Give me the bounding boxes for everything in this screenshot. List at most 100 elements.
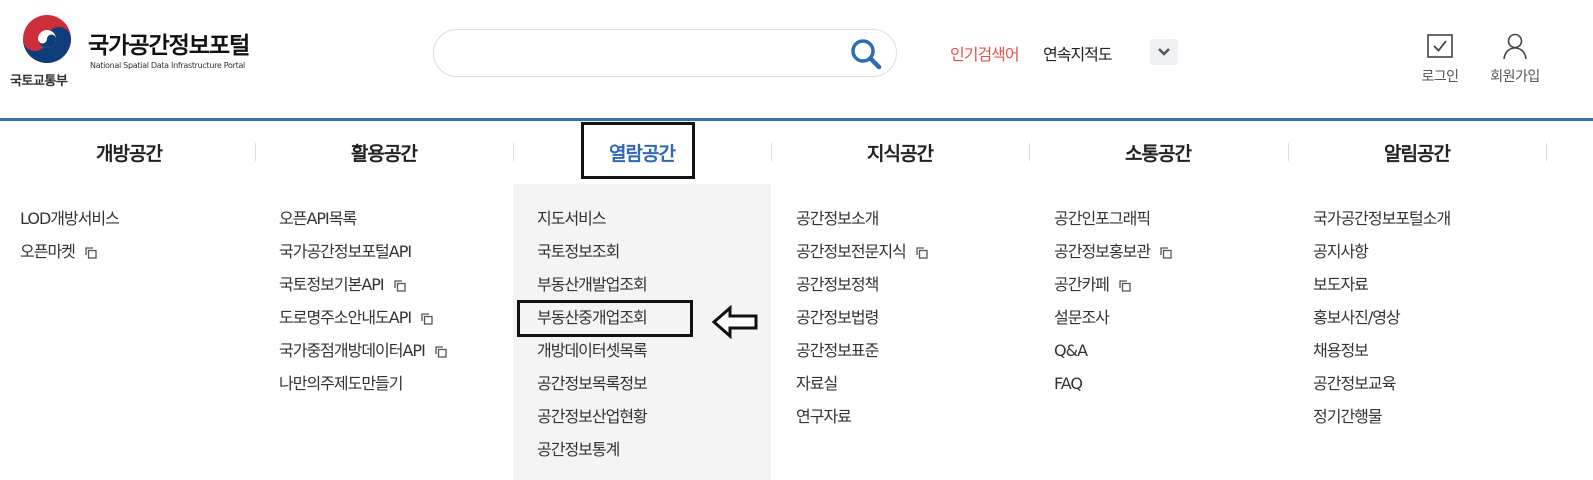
submenu-item[interactable]: 자료실 [796,371,1054,404]
submenu-open-space: LOD개방서비스오픈마켓 [20,184,278,480]
gnb-label: 활용공간 [351,143,418,165]
submenu-item-label: 홍보사진/영상 [1313,308,1401,327]
submenu-item[interactable]: Q&A [1054,338,1312,371]
submenu-item-label: 공간카페 [1054,275,1110,294]
external-link-icon[interactable] [85,246,97,259]
submenu-item[interactable]: 연구자료 [796,404,1054,437]
submenu-item[interactable]: 공간정보통계 [537,437,771,470]
submenu-item[interactable]: 도로명주소안내도API [279,305,537,338]
submenu-item-label: 채용정보 [1313,341,1369,360]
gnb-label: 지식공간 [867,143,934,165]
submenu-item-label: FAQ [1054,374,1083,393]
join-label: 회원가입 [1490,69,1540,85]
popular-search-term[interactable]: 연속지적도 [1043,41,1113,65]
gnb-notice-space[interactable]: 알림공간 [1288,121,1546,184]
submenu-item-label: 연구자료 [796,407,852,426]
submenu-item[interactable]: 보도자료 [1313,272,1571,305]
submenu-item-label: 국가공간정보포털소개 [1313,209,1451,228]
submenu-item-label: 설문조사 [1054,308,1110,327]
gnb-communication-space[interactable]: 소통공간 [1029,121,1287,184]
gnb-label: 알림공간 [1384,143,1451,165]
submenu-knowledge-space: 공간정보소개공간정보전문지식공간정보정책공간정보법령공간정보표준자료실연구자료 [796,184,1054,480]
submenu-item-label: 보도자료 [1313,275,1369,294]
submenu-item[interactable]: 공간정보정책 [796,272,1054,305]
submenu-item-label: 공간정보소개 [796,209,879,228]
login-label: 로그인 [1421,69,1459,85]
site-title[interactable]: 국가공간정보포털 [88,26,250,60]
submenu-item-label: 공간정보전문지식 [796,242,907,261]
submenu-communication-space: 공간인포그래픽공간정보홍보관공간카페설문조사 Q&A FAQ [1054,184,1312,480]
submenu-item[interactable]: 국가공간정보포털API [279,239,537,272]
submenu-item[interactable]: 공간정보법령 [796,305,1054,338]
gnb-divider [1546,143,1547,161]
submenu-item[interactable]: 국가중점개방데이터API [279,338,537,371]
submenu-item[interactable]: 정기간행물 [1313,404,1571,437]
submenu-item[interactable]: 공간인포그래픽 [1054,206,1312,239]
gnb-open-space[interactable]: 개방공간 [0,121,258,184]
submenu-item[interactable]: 채용정보 [1313,338,1571,371]
submenu-item-label: 공지사항 [1313,242,1369,261]
submenu-item[interactable]: 공간정보전문지식 [796,239,1054,272]
submenu-item[interactable]: 지도서비스 [537,206,771,239]
left-arrow-icon [712,305,758,339]
search-input[interactable] [454,30,848,76]
submenu-item[interactable]: 공간정보교육 [1313,371,1571,404]
submenu-item[interactable]: 공간정보목록정보 [537,371,771,404]
ministry-name: 국토교통부 [10,74,68,89]
external-link-icon[interactable] [421,312,433,325]
submenu-item[interactable]: FAQ [1054,371,1312,404]
submenu-item[interactable]: 개방데이터셋목록 [537,338,771,371]
submenu-item[interactable]: 공간정보소개 [796,206,1054,239]
user-icon [1503,33,1527,60]
submenu-item[interactable]: 공간정보표준 [796,338,1054,371]
submenu-item[interactable]: 나만의주제도만들기 [279,371,537,404]
submenu-item-label: 공간정보정책 [796,275,879,294]
submenu-item-label: 개방데이터셋목록 [537,341,648,360]
login-button[interactable]: 로그인 [1410,32,1470,86]
submenu-item[interactable]: 공지사항 [1313,239,1571,272]
submenu-item[interactable]: 공간정보홍보관 [1054,239,1312,272]
external-link-icon[interactable] [393,279,406,292]
chevron-down-icon [1158,48,1170,56]
submenu-item-label: Q&A [1054,341,1088,360]
submenu-item-label: 공간인포그래픽 [1054,209,1151,228]
submenu-item[interactable]: 공간정보산업현황 [537,404,771,437]
external-link-icon[interactable] [1160,246,1172,259]
submenu-item[interactable]: 오픈마켓 [20,239,278,272]
submenu-item-label: 지도서비스 [537,209,607,228]
submenu-item-label: 나만의주제도만들기 [279,374,403,393]
submenu-item[interactable]: 국토정보조회 [537,239,771,272]
submenu-item[interactable]: 설문조사 [1054,305,1312,338]
submenu-item-label: 공간정보목록정보 [537,374,648,393]
submenu-item-label: 공간정보통계 [537,440,620,459]
external-link-icon[interactable] [1119,279,1131,292]
submenu-item[interactable]: 홍보사진/영상 [1313,305,1571,338]
submenu-item[interactable]: 공간카페 [1054,272,1312,305]
search-icon[interactable] [850,38,882,70]
gnb-label: 소통공간 [1125,143,1192,165]
external-link-icon[interactable] [435,345,447,358]
submenu-item[interactable]: LOD개방서비스 [20,206,278,239]
submenu-item-label: 도로명주소안내도API [279,308,412,327]
submenu-item-label: 부동산개발업조회 [537,275,648,294]
header: 국토교통부 국가공간정보포털 National Spatial Data Inf… [0,0,1593,118]
site-subtitle: National Spatial Data Infrastructure Por… [90,61,245,70]
submenu-item-label: 공간정보표준 [796,341,879,360]
submenu-item-label: 공간정보산업현황 [537,407,648,426]
join-button[interactable]: 회원가입 [1480,32,1550,86]
highlight-box-gnb [581,122,695,179]
government-emblem-icon[interactable] [22,14,72,64]
submenu-item[interactable]: 국가공간정보포털소개 [1313,206,1571,239]
external-link-icon[interactable] [916,246,928,259]
submenu-item-label: 오픈API목록 [279,209,357,228]
submenu-item-label: 공간정보홍보관 [1054,242,1151,261]
popular-search-toggle[interactable] [1150,39,1178,65]
submenu-item-label: LOD개방서비스 [20,209,120,228]
submenu-item-label: 오픈마켓 [20,242,76,261]
gnb-knowledge-space[interactable]: 지식공간 [771,121,1029,184]
login-check-icon [1427,34,1453,58]
gnb-utilization-space[interactable]: 활용공간 [255,121,513,184]
submenu-item[interactable]: 오픈API목록 [279,206,537,239]
submenu-item[interactable]: 국토정보기본API [279,272,537,305]
submenu-item-label: 공간정보법령 [796,308,879,327]
